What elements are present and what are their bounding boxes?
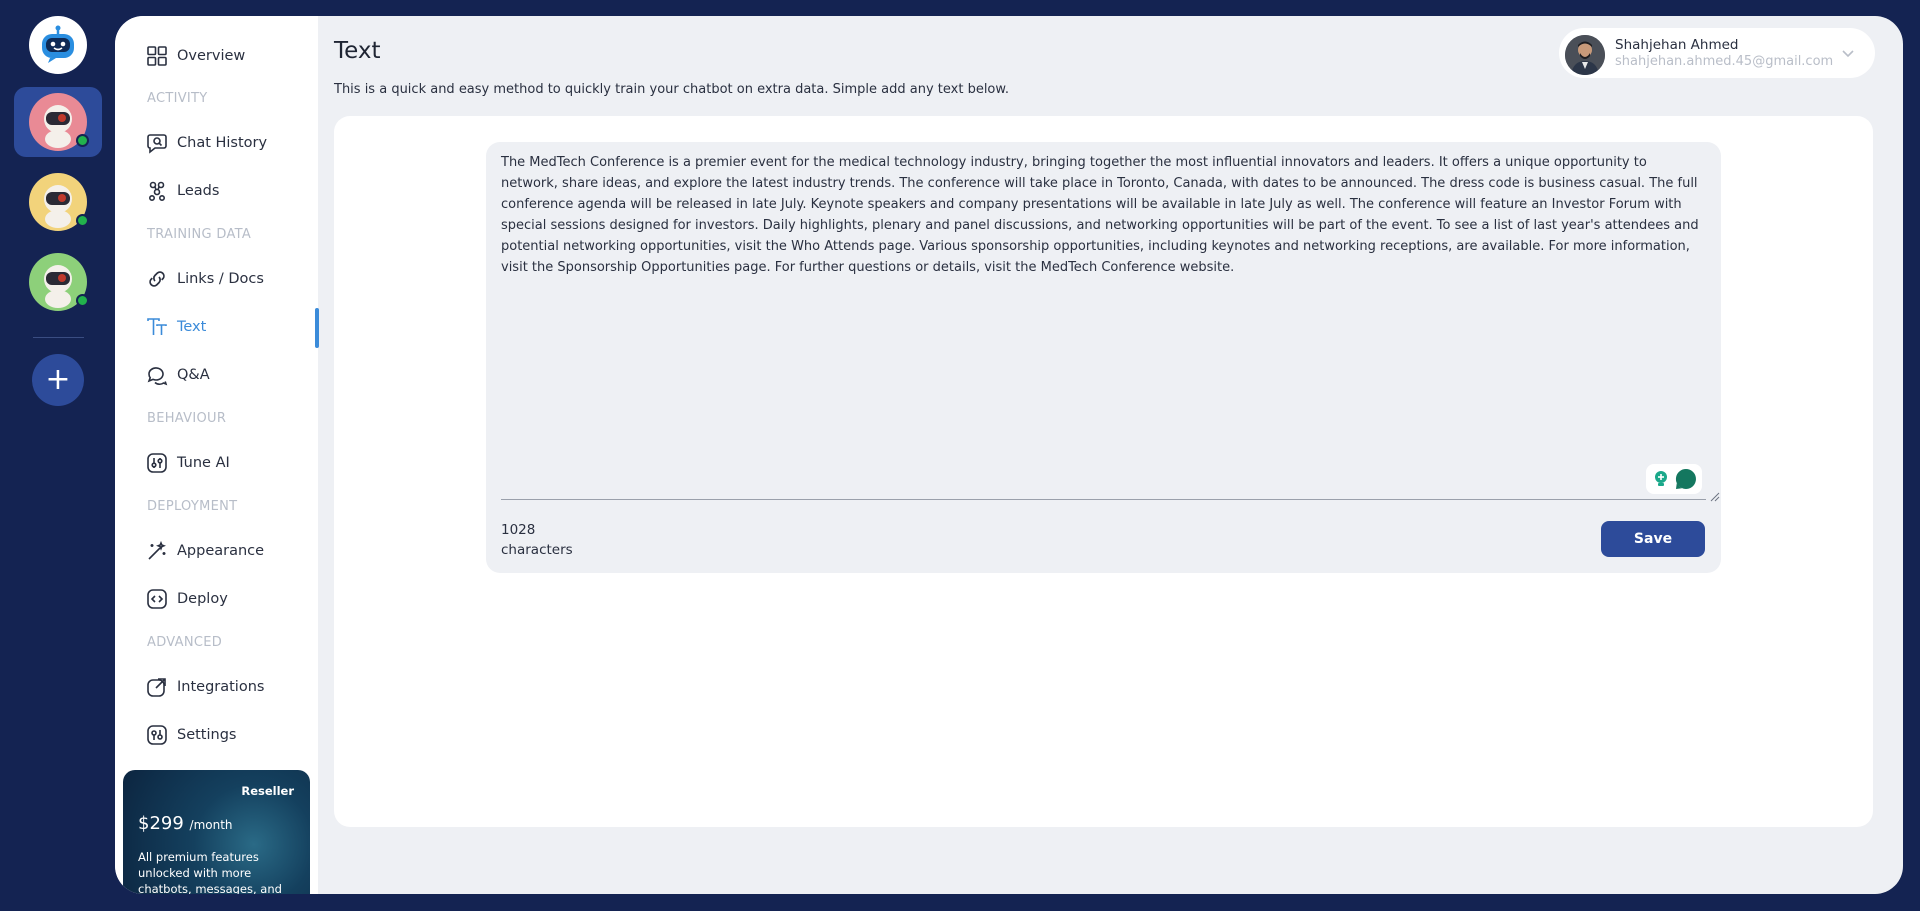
nav-label: Appearance (177, 543, 265, 559)
nav-section-activity: ACTIVITY (147, 91, 208, 106)
promo-description: All premium features unlocked with more … (138, 850, 282, 894)
plus-icon: + (45, 362, 71, 397)
nav-section-behaviour: BEHAVIOUR (147, 411, 227, 426)
nav-label: Overview (177, 48, 246, 64)
promo-price-value: $299 (138, 813, 184, 834)
resize-handle-icon[interactable] (1710, 492, 1720, 502)
character-count-value: 1028 (501, 522, 536, 538)
nav-label: Links / Docs (177, 271, 264, 287)
user-email: shahjehan.ahmed.45@gmail.com (1615, 54, 1834, 69)
chat-search-icon (146, 132, 168, 154)
bot-switch-1[interactable] (14, 87, 102, 157)
avatar (1565, 35, 1605, 75)
online-status-dot (76, 214, 89, 227)
character-count-label: characters (501, 542, 573, 558)
nav-item-text[interactable]: Text (146, 313, 311, 341)
nav-item-leads[interactable]: Leads (146, 177, 311, 205)
nav-item-links-docs[interactable]: Links / Docs (146, 265, 311, 293)
nav-item-deploy[interactable]: Deploy (146, 585, 311, 613)
page-subtitle: This is a quick and easy method to quick… (334, 82, 1009, 97)
extension-widget[interactable] (1646, 464, 1702, 494)
online-status-dot (76, 134, 89, 147)
bot-avatar (29, 253, 89, 311)
promo-price: $299 /month (138, 813, 233, 834)
settings-icon (146, 724, 168, 746)
qa-bubbles-icon (146, 364, 168, 386)
link-icon (146, 268, 168, 290)
training-textarea[interactable]: The MedTech Conference is a premier even… (501, 152, 1701, 278)
nav-item-chat-history[interactable]: Chat History (146, 129, 311, 157)
training-text-editor: The MedTech Conference is a premier even… (486, 142, 1721, 573)
nav-section-advanced: ADVANCED (147, 635, 223, 650)
nav-label: Integrations (177, 679, 265, 695)
user-name: Shahjehan Ahmed (1615, 37, 1739, 53)
nav-label: Settings (177, 727, 237, 743)
app-logo[interactable] (29, 16, 87, 74)
lightbulb-plus-icon (1654, 471, 1667, 486)
nav-section-training: TRAINING DATA (147, 227, 252, 242)
bot-rail: + (0, 0, 114, 911)
magic-wand-icon (146, 540, 168, 562)
main-frame: Overview ACTIVITY Chat History Leads TRA… (115, 16, 1903, 894)
online-status-dot (76, 294, 89, 307)
sliders-icon (146, 452, 168, 474)
nav-label: Text (177, 319, 207, 335)
chevron-down-icon (1842, 50, 1854, 58)
text-icon (146, 316, 168, 338)
nav-label: Tune AI (177, 455, 230, 471)
promo-tag: Reseller (241, 784, 294, 798)
nav-item-tune-ai[interactable]: Tune AI (146, 449, 311, 477)
user-menu[interactable]: Shahjehan Ahmed shahjehan.ahmed.45@gmail… (1559, 28, 1875, 78)
nav-item-appearance[interactable]: Appearance (146, 537, 311, 565)
nav-section-deployment: DEPLOYMENT (147, 499, 238, 514)
editor-divider (501, 499, 1706, 500)
nav-item-settings[interactable]: Settings (146, 721, 311, 749)
bot-switch-2[interactable] (14, 167, 102, 237)
nav-sidebar: Overview ACTIVITY Chat History Leads TRA… (115, 16, 319, 894)
nav-label: Deploy (177, 591, 228, 607)
bot-switch-3[interactable] (14, 247, 102, 317)
nav-label: Leads (177, 183, 220, 199)
reseller-promo-card[interactable]: Reseller $299 /month All premium feature… (123, 770, 310, 894)
nav-item-integrations[interactable]: Integrations (146, 673, 311, 701)
robot-logo-icon (42, 25, 74, 63)
grammar-bubble-icon (1675, 468, 1696, 489)
user-photo-icon (1565, 35, 1605, 75)
bot-avatar (29, 173, 89, 231)
grid-icon (146, 45, 168, 67)
page-title: Text (334, 38, 381, 64)
code-icon (146, 588, 168, 610)
leads-icon (146, 180, 168, 202)
character-counter: 1028 characters (501, 520, 573, 560)
content-panel: The MedTech Conference is a premier even… (334, 116, 1873, 827)
external-link-icon (146, 676, 168, 698)
bot-avatar (29, 93, 89, 151)
nav-label: Q&A (177, 367, 210, 383)
nav-label: Chat History (177, 135, 268, 151)
content-area: Text This is a quick and easy method to … (318, 16, 1903, 894)
rail-divider (33, 337, 84, 338)
add-bot-button[interactable]: + (32, 354, 84, 406)
save-button[interactable]: Save (1601, 521, 1705, 557)
promo-price-period: /month (189, 818, 233, 832)
nav-item-overview[interactable]: Overview (146, 42, 311, 70)
nav-item-qa[interactable]: Q&A (146, 361, 311, 389)
